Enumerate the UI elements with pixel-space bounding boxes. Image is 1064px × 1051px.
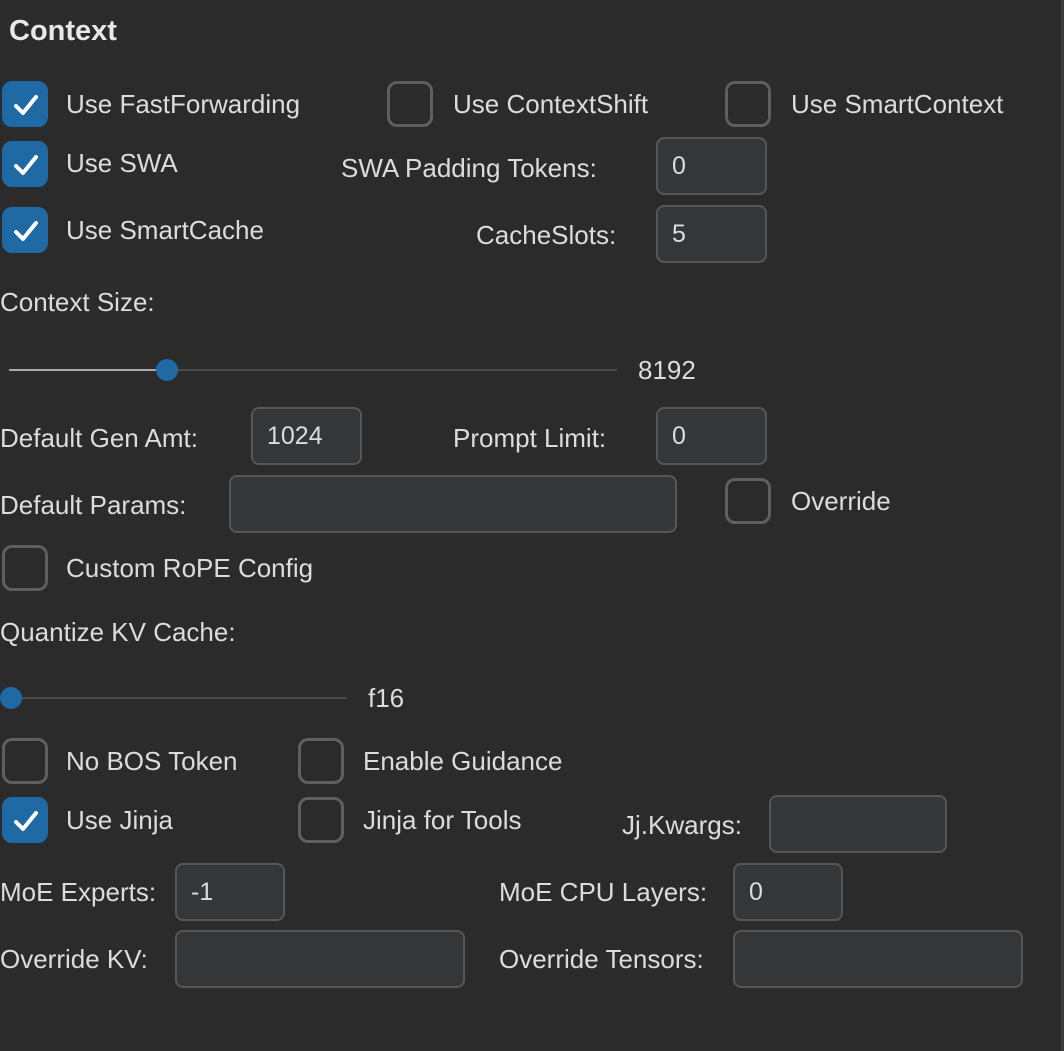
default-params-label: Default Params: bbox=[0, 490, 187, 520]
moe-experts-label: MoE Experts: bbox=[0, 877, 157, 907]
prompt-limit-label: Prompt Limit: bbox=[453, 423, 607, 453]
quantize-kv-cache-value: f16 bbox=[368, 683, 405, 713]
quantize-kv-cache-slider[interactable] bbox=[0, 683, 347, 713]
use-smartcontext-checkbox[interactable] bbox=[725, 81, 771, 127]
section-title: Context bbox=[9, 15, 117, 47]
default-gen-amt-input[interactable] bbox=[251, 407, 362, 465]
context-size-label: Context Size: bbox=[0, 287, 155, 317]
moe-cpu-layers-input[interactable] bbox=[733, 863, 843, 921]
override-tensors-input[interactable] bbox=[733, 930, 1023, 988]
jj-kwargs-input[interactable] bbox=[769, 795, 947, 853]
use-fastforwarding-label[interactable]: Use FastForwarding bbox=[66, 91, 300, 117]
use-smartcontext-label[interactable]: Use SmartContext bbox=[791, 91, 1003, 117]
enable-guidance-label[interactable]: Enable Guidance bbox=[363, 748, 562, 774]
use-smartcache-label[interactable]: Use SmartCache bbox=[66, 217, 264, 243]
context-size-slider[interactable] bbox=[9, 355, 617, 385]
override-tensors-label: Override Tensors: bbox=[499, 944, 704, 974]
custom-rope-config-label[interactable]: Custom RoPE Config bbox=[66, 555, 313, 581]
enable-guidance-checkbox[interactable] bbox=[298, 738, 344, 784]
use-jinja-label[interactable]: Use Jinja bbox=[66, 807, 173, 833]
override-kv-input[interactable] bbox=[175, 930, 465, 988]
checkmark-icon bbox=[14, 95, 38, 115]
swa-padding-tokens-input[interactable] bbox=[656, 137, 767, 195]
override-kv-label: Override KV: bbox=[0, 944, 148, 974]
context-size-slider-thumb[interactable] bbox=[156, 359, 179, 381]
use-jinja-checkbox[interactable] bbox=[2, 797, 48, 843]
override-checkbox[interactable] bbox=[725, 478, 771, 524]
jj-kwargs-label: Jj.Kwargs: bbox=[622, 810, 742, 840]
cacheslots-label: CacheSlots: bbox=[476, 220, 617, 250]
use-contextshift-label[interactable]: Use ContextShift bbox=[453, 91, 648, 117]
use-swa-label[interactable]: Use SWA bbox=[66, 150, 178, 176]
swa-padding-tokens-label: SWA Padding Tokens: bbox=[341, 153, 597, 183]
custom-rope-config-checkbox[interactable] bbox=[2, 545, 48, 591]
checkmark-icon bbox=[14, 155, 38, 175]
moe-experts-input[interactable] bbox=[175, 863, 285, 921]
override-label[interactable]: Override bbox=[791, 488, 891, 514]
default-params-input[interactable] bbox=[229, 475, 677, 533]
quantize-kv-cache-label: Quantize KV Cache: bbox=[0, 617, 236, 647]
no-bos-token-label[interactable]: No BOS Token bbox=[66, 748, 238, 774]
prompt-limit-input[interactable] bbox=[656, 407, 767, 465]
checkmark-icon bbox=[14, 811, 38, 831]
use-contextshift-checkbox[interactable] bbox=[387, 81, 433, 127]
default-gen-amt-label: Default Gen Amt: bbox=[0, 423, 198, 453]
jinja-for-tools-label[interactable]: Jinja for Tools bbox=[363, 807, 522, 833]
use-smartcache-checkbox[interactable] bbox=[2, 207, 48, 253]
context-size-slider-fill bbox=[9, 369, 168, 371]
use-swa-checkbox[interactable] bbox=[2, 141, 48, 187]
jinja-for-tools-checkbox[interactable] bbox=[298, 797, 344, 843]
use-fastforwarding-checkbox[interactable] bbox=[2, 81, 48, 127]
quantize-kv-cache-slider-thumb[interactable] bbox=[0, 687, 22, 709]
cacheslots-input[interactable] bbox=[656, 205, 767, 263]
moe-cpu-layers-label: MoE CPU Layers: bbox=[499, 877, 708, 907]
no-bos-token-checkbox[interactable] bbox=[2, 738, 48, 784]
checkmark-icon bbox=[14, 221, 38, 241]
context-size-value: 8192 bbox=[638, 355, 696, 385]
quantize-kv-cache-slider-track[interactable] bbox=[0, 697, 347, 699]
